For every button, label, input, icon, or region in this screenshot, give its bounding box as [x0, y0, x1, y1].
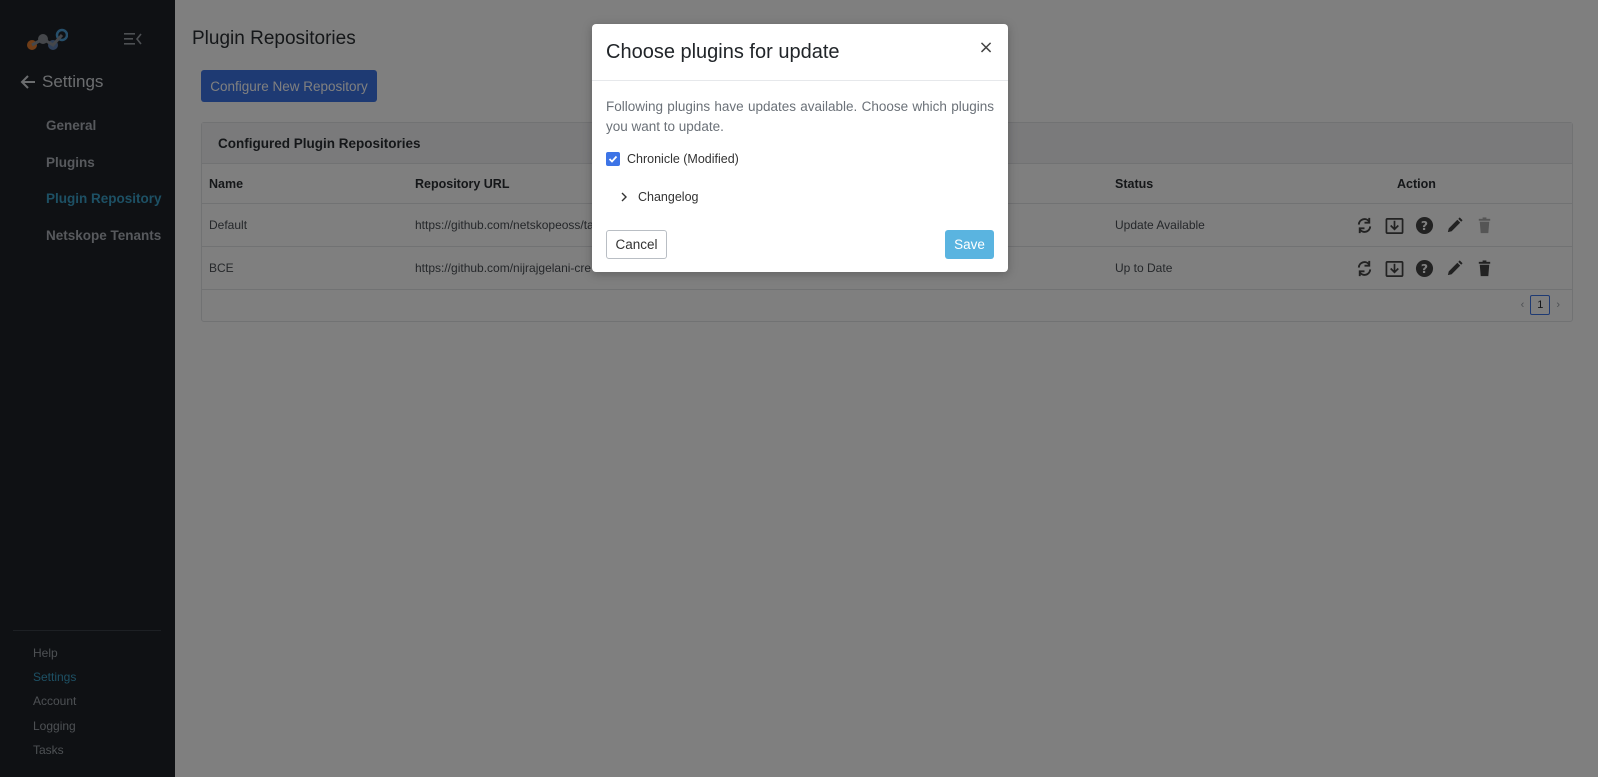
- save-button[interactable]: Save: [945, 230, 994, 259]
- checkmark-icon: [608, 155, 618, 163]
- plugin-checkbox[interactable]: [606, 152, 620, 166]
- modal-title: Choose plugins for update: [606, 41, 840, 63]
- chevron-right-icon: [621, 192, 627, 202]
- modal-description: Following plugins have updates available…: [606, 99, 994, 134]
- update-plugins-modal: Choose plugins for update × Following pl…: [592, 24, 1008, 272]
- changelog-label: Changelog: [638, 190, 699, 204]
- cancel-button[interactable]: Cancel: [606, 230, 667, 259]
- modal-header: Choose plugins for update ×: [592, 24, 1008, 81]
- plugin-label: Chronicle (Modified): [627, 152, 739, 166]
- close-icon[interactable]: ×: [978, 39, 994, 57]
- changelog-toggle[interactable]: Changelog: [620, 190, 698, 204]
- plugin-checkbox-row[interactable]: Chronicle (Modified): [606, 152, 739, 166]
